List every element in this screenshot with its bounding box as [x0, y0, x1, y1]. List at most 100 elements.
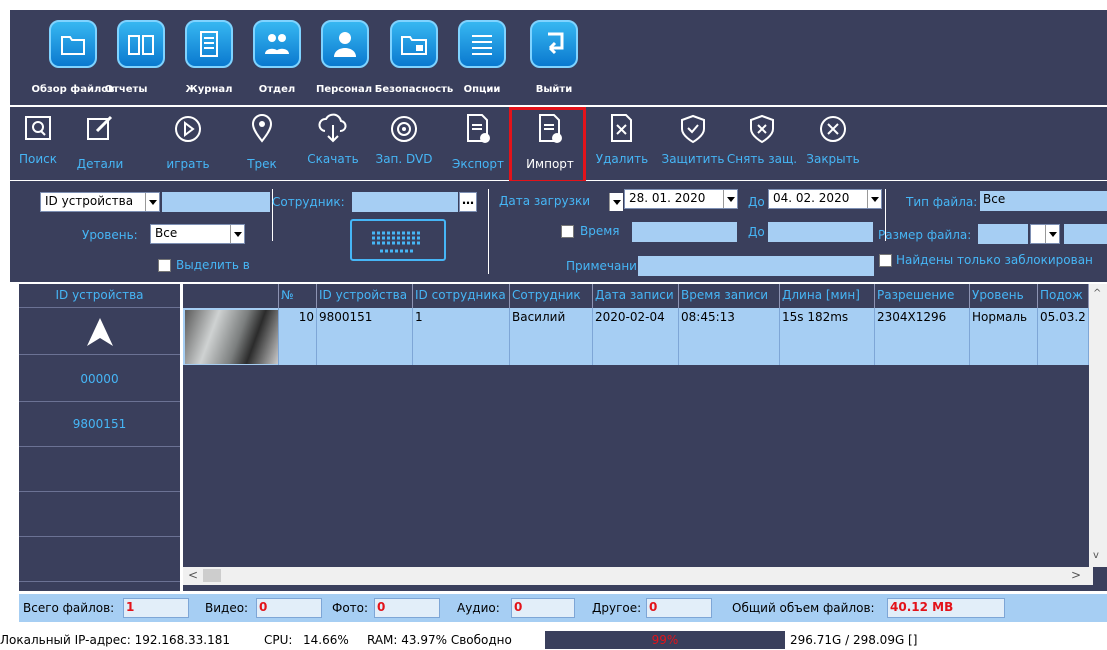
time-checkbox[interactable] — [561, 225, 574, 238]
chevron-down-icon — [867, 190, 881, 208]
device-list-item[interactable]: 00000 — [19, 356, 180, 402]
horizontal-scrollbar[interactable]: < > — [183, 567, 1093, 585]
date-to-label: До — [748, 195, 765, 209]
column-header[interactable]: Длина [мин] — [780, 284, 875, 308]
toolbar-label: Скачать — [307, 152, 359, 166]
play-button[interactable]: играть — [166, 107, 210, 180]
chevron-down-icon[interactable]: v — [1093, 550, 1099, 561]
employee-browse-button[interactable]: … — [459, 192, 477, 212]
column-header[interactable]: Сотрудник — [510, 284, 593, 308]
device-list-header: ID устройства — [19, 284, 180, 308]
chevron-right-icon[interactable]: > — [1071, 568, 1081, 582]
burn-dvd-button[interactable]: Зап. DVD — [374, 107, 434, 180]
column-header[interactable]: ID сотрудника — [413, 284, 510, 308]
arrow-up-icon — [86, 318, 113, 346]
time-from-input[interactable] — [632, 222, 737, 242]
file-type-input[interactable]: Все — [980, 191, 1107, 211]
select-label: Выделить в — [176, 258, 250, 272]
toolbar-label: Защитить — [661, 152, 725, 166]
disk-space-text: 296.71G / 298.09G [] — [790, 633, 918, 647]
employee-label: Сотрудник: — [272, 195, 345, 209]
main-nav-bar: Обзор файлов Отчеты Журнал Отдел Персона… — [10, 10, 1107, 105]
cloud-download-icon — [318, 113, 347, 143]
cell-employee: Василий — [510, 308, 593, 365]
protect-button[interactable]: Защитить — [662, 107, 725, 180]
file-size-input[interactable] — [978, 224, 1028, 244]
keyboard-button[interactable] — [350, 219, 446, 261]
upload-date-select[interactable]: Дата загрузки — [494, 192, 624, 212]
chevron-down-icon — [609, 193, 623, 211]
cell-time: 08:45:13 — [679, 308, 780, 365]
table-row[interactable]: 10 9800151 1 Василий 2020-02-04 08:45:13… — [183, 308, 1107, 365]
table-header: № ID устройства ID сотрудника Сотрудник … — [183, 284, 1107, 308]
column-header[interactable]: ID устройства — [317, 284, 413, 308]
file-size-unit-select[interactable] — [1030, 224, 1060, 244]
column-header[interactable]: № — [279, 284, 317, 308]
device-list-item[interactable] — [19, 536, 180, 582]
cell-no: 10 — [279, 308, 317, 365]
column-header[interactable]: Уровень — [970, 284, 1038, 308]
device-id-input[interactable] — [162, 192, 270, 212]
time-label: Время — [580, 224, 620, 238]
file-size-label: Размер файла: — [878, 228, 972, 242]
level-label: Уровень: — [82, 228, 138, 242]
unprotect-button[interactable]: Снять защ. — [727, 107, 797, 180]
device-list-item[interactable] — [19, 491, 180, 537]
chevron-down-icon — [230, 225, 244, 243]
locked-only-checkbox[interactable] — [879, 254, 892, 267]
close-button[interactable]: Закрыть — [806, 107, 860, 180]
nav-options-button[interactable]: Опции — [452, 10, 512, 105]
level-select-value: Все — [155, 226, 178, 240]
close-icon — [820, 116, 846, 142]
device-list-item[interactable] — [19, 446, 180, 492]
cell-employee-id: 1 — [413, 308, 510, 365]
nav-exit-button[interactable]: Выйти — [524, 10, 584, 105]
keyboard-icon — [372, 231, 422, 253]
date-from-picker[interactable]: 28. 01. 2020 — [624, 189, 738, 209]
cpu-value: 14.66% — [303, 633, 349, 647]
details-button[interactable]: Детали — [77, 107, 123, 180]
device-id-select-value: ID устройства — [45, 194, 134, 208]
file-size-value-input[interactable] — [1064, 224, 1107, 244]
local-ip-text: Локальный IP-адрес: 192.168.33.181 — [0, 633, 231, 647]
chevron-down-icon — [1045, 225, 1059, 243]
time-to-input[interactable] — [768, 222, 873, 242]
column-header[interactable]: Дата записи — [593, 284, 679, 308]
select-checkbox[interactable] — [158, 259, 171, 272]
export-button[interactable]: Экспорт — [450, 107, 506, 180]
vertical-scrollbar[interactable]: ^ v — [1089, 284, 1107, 567]
cell-length: 15s 182ms — [780, 308, 875, 365]
level-select[interactable]: Все — [150, 224, 245, 244]
chevron-left-icon[interactable]: < — [188, 568, 198, 582]
track-button[interactable]: Трек — [245, 107, 279, 180]
total-size-value: 40.12 MB — [887, 598, 1005, 618]
column-header[interactable]: Подож — [1038, 284, 1089, 308]
employee-input[interactable] — [352, 192, 458, 212]
download-button[interactable]: Скачать — [307, 107, 359, 180]
column-header[interactable]: Разрешение — [875, 284, 970, 308]
file-stats-bar: Всего файлов: 1 Видео: 0 Фото: 0 Аудио: … — [19, 594, 1107, 622]
ram-text: RAM: 43.97% Свободно — [367, 633, 512, 647]
scroll-up-button[interactable] — [19, 309, 180, 355]
device-list-item[interactable]: 9800151 — [19, 401, 180, 447]
edit-icon — [87, 115, 113, 140]
chevron-down-icon — [723, 190, 737, 208]
column-header[interactable]: Время записи — [679, 284, 780, 308]
device-id-select[interactable]: ID устройства — [40, 192, 160, 212]
toolbar-label: Детали — [76, 157, 124, 171]
import-highlight-box — [509, 107, 586, 183]
protect-icon — [681, 114, 705, 144]
other-count-value: 0 — [646, 598, 712, 618]
note-input[interactable] — [638, 256, 874, 276]
other-label: Другое: — [592, 601, 642, 615]
photo-label: Фото: — [332, 601, 369, 615]
delete-button[interactable]: Удалить — [596, 107, 648, 180]
group-icon — [253, 20, 301, 68]
scrollbar-thumb[interactable] — [203, 569, 221, 582]
total-size-label: Общий объем файлов: — [732, 601, 875, 615]
disk-usage-bar: 99% — [545, 631, 785, 649]
date-to-picker[interactable]: 04. 02. 2020 — [768, 189, 882, 209]
chevron-up-icon[interactable]: ^ — [1093, 288, 1101, 299]
search-button[interactable]: Поиск — [19, 107, 57, 180]
toolbar-label: Поиск — [18, 152, 57, 166]
